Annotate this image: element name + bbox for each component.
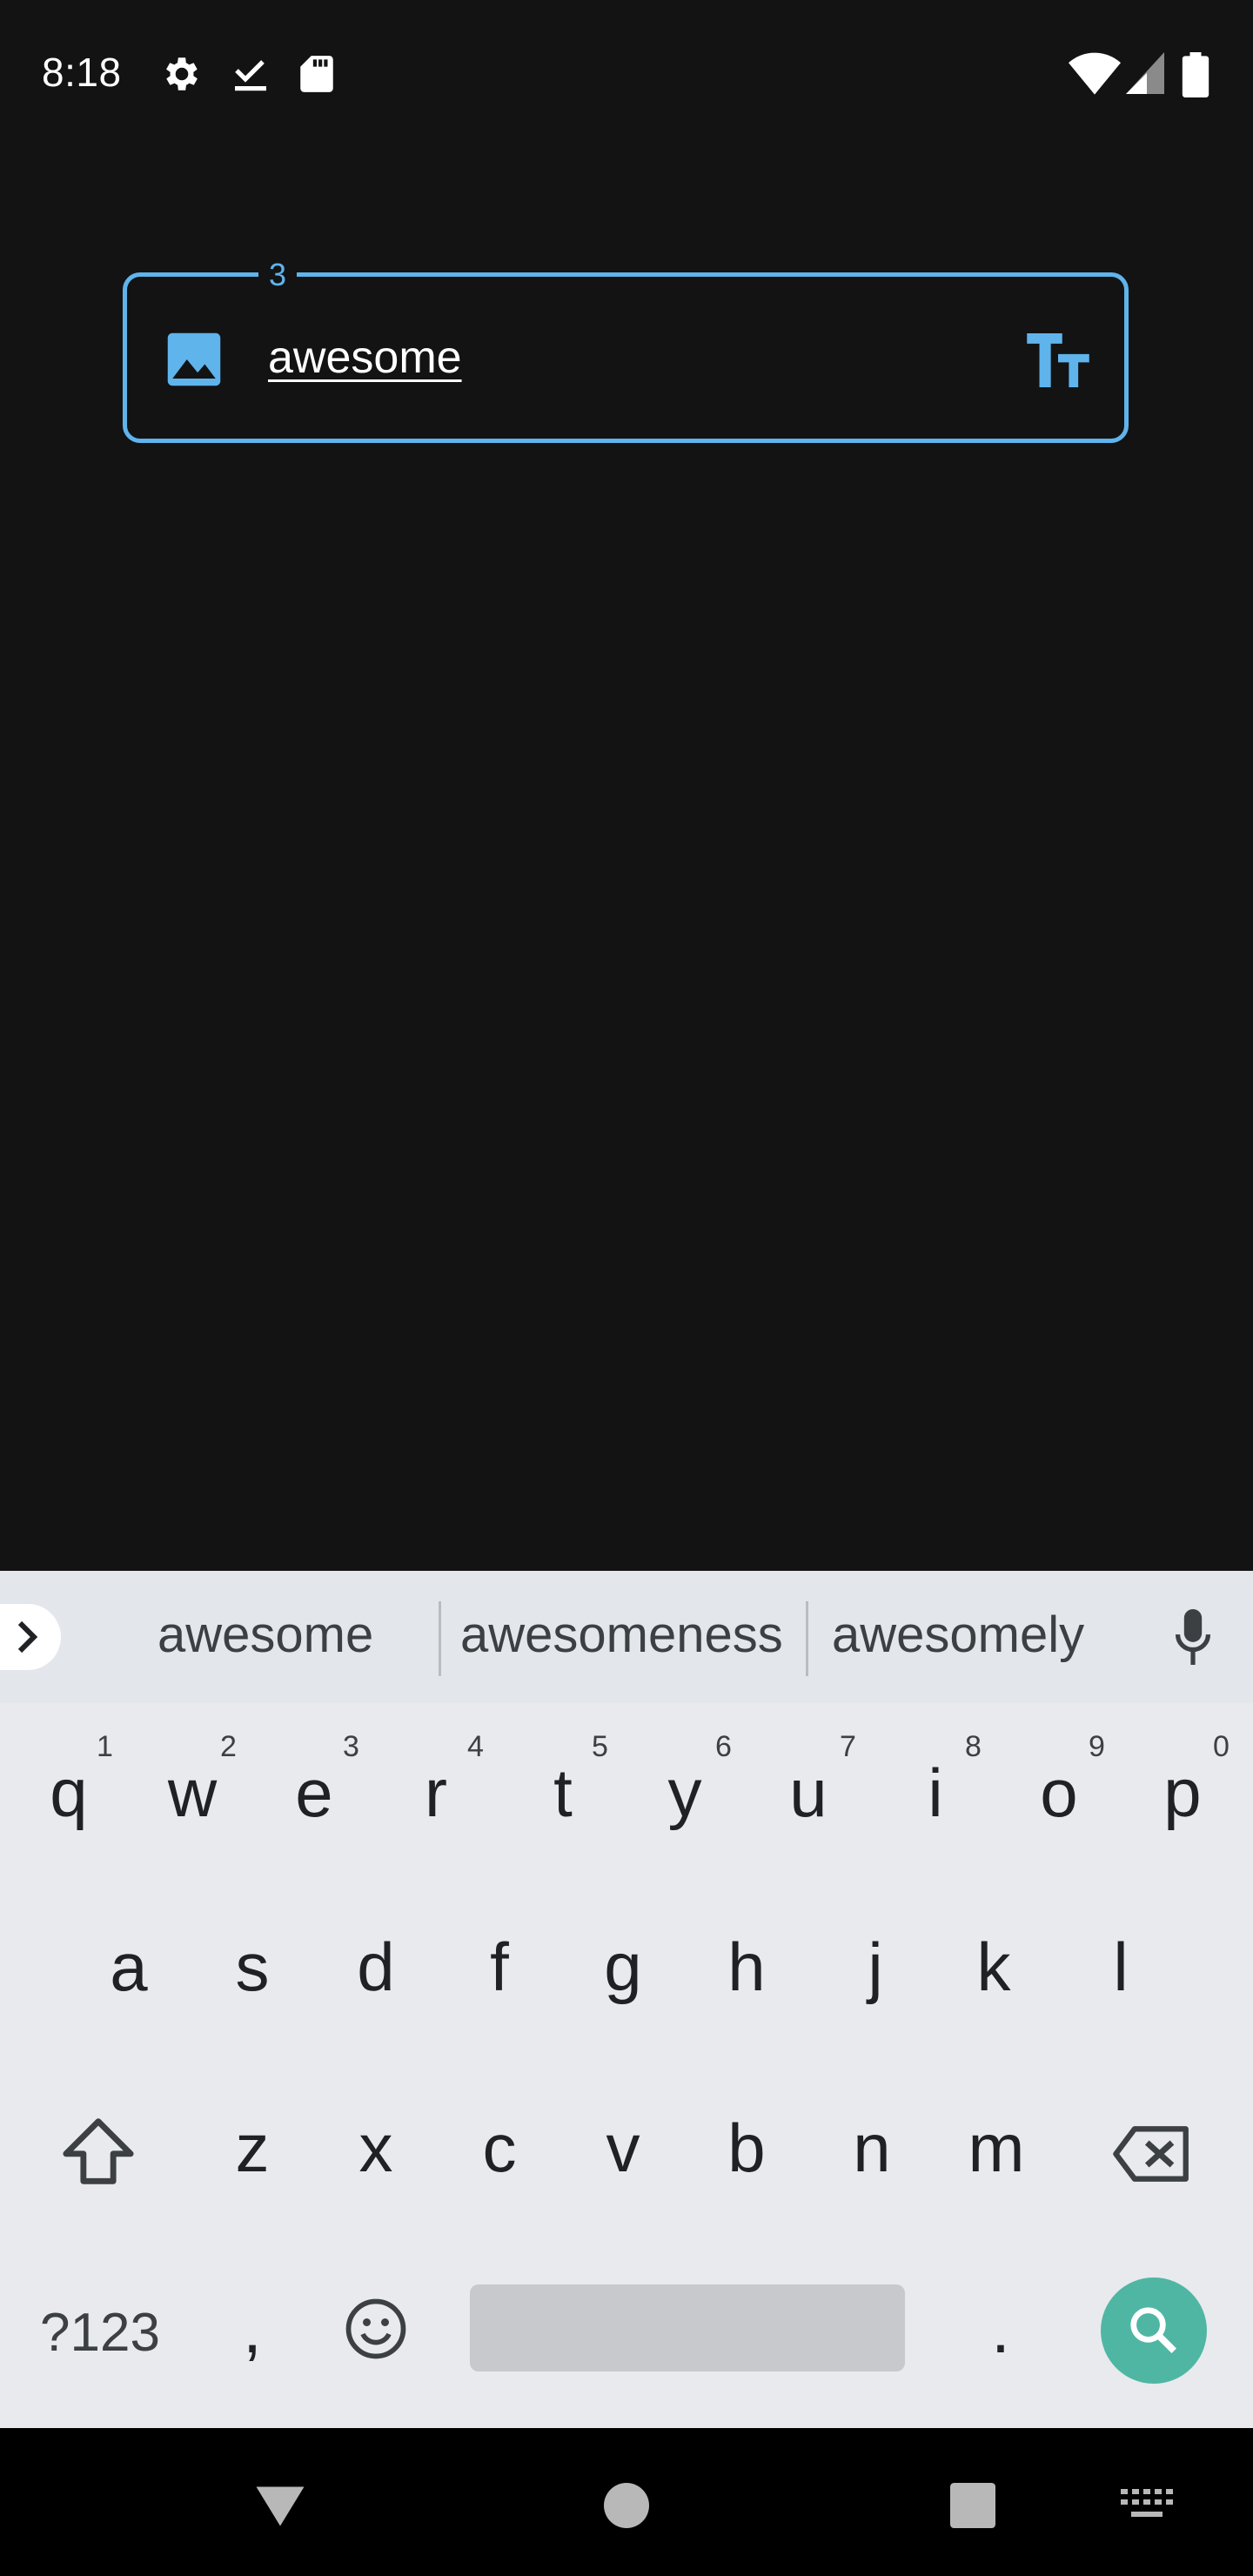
period-key[interactable]: . [983, 2290, 1018, 2369]
sd-card-icon [300, 56, 333, 92]
key-hint: 6 [715, 1730, 732, 1763]
keyboard-switch-icon[interactable] [1121, 2489, 1173, 2522]
key-j[interactable]: j [841, 1928, 910, 2007]
suggestion-divider [439, 1601, 441, 1676]
key-z[interactable]: z [218, 2109, 287, 2188]
status-bar: 8:18 [0, 0, 1253, 153]
key-m[interactable]: m [959, 2109, 1034, 2188]
key-d[interactable]: d [341, 1928, 411, 2007]
key-hint: 4 [467, 1730, 484, 1763]
key-f[interactable]: f [465, 1928, 534, 2007]
key-hint: 0 [1213, 1730, 1230, 1763]
signal-icon [1126, 52, 1164, 94]
backspace-icon[interactable] [1112, 2125, 1192, 2183]
key-h[interactable]: h [712, 1928, 781, 2007]
key-hint: 5 [592, 1730, 608, 1763]
key-o[interactable]: o [1025, 1754, 1093, 1833]
key-hint: 2 [220, 1730, 237, 1763]
chevron-right-icon [17, 1620, 38, 1654]
search-icon [1130, 2307, 1176, 2353]
key-i[interactable]: i [901, 1754, 969, 1833]
key-k[interactable]: k [959, 1928, 1029, 2007]
shift-icon[interactable] [61, 2116, 136, 2186]
space-bar[interactable] [470, 2284, 905, 2371]
gear-icon [166, 57, 198, 91]
back-icon[interactable] [254, 2484, 306, 2529]
soft-keyboard: awesome awesomeness awesomely q w e r t … [0, 1571, 1253, 2428]
key-y[interactable]: y [651, 1754, 719, 1833]
key-hint: 3 [343, 1730, 359, 1763]
checkmark-download-icon [235, 60, 266, 91]
emoji-icon[interactable] [345, 2298, 407, 2360]
key-n[interactable]: n [837, 2109, 907, 2188]
key-x[interactable]: x [341, 2109, 411, 2188]
key-t[interactable]: t [529, 1754, 597, 1833]
key-hint: 9 [1089, 1730, 1105, 1763]
key-a[interactable]: a [94, 1928, 164, 2007]
battery-icon [1182, 52, 1209, 97]
key-s[interactable]: s [218, 1928, 287, 2007]
key-b[interactable]: b [712, 2109, 781, 2188]
key-l[interactable]: l [1086, 1928, 1156, 2007]
result-count-label: 3 [258, 258, 298, 292]
key-e[interactable]: e [280, 1754, 348, 1833]
comma-key[interactable]: , [235, 2290, 270, 2369]
key-hint: 7 [840, 1730, 856, 1763]
key-p[interactable]: p [1149, 1754, 1216, 1833]
status-time: 8:18 [42, 50, 122, 95]
image-icon [167, 332, 221, 386]
navigation-bar [0, 2428, 1253, 2576]
recents-icon[interactable] [950, 2483, 995, 2528]
wifi-icon [1069, 52, 1121, 95]
symbols-key[interactable]: ?123 [35, 2302, 165, 2364]
key-q[interactable]: q [35, 1754, 103, 1833]
key-v[interactable]: v [588, 2109, 658, 2188]
search-input[interactable]: awesome [268, 332, 462, 384]
microphone-icon[interactable] [1175, 1609, 1211, 1665]
suggestion-2[interactable]: awesomeness [460, 1606, 783, 1664]
key-hint: 1 [97, 1730, 113, 1763]
suggestion-divider [806, 1601, 808, 1676]
key-hint: 8 [965, 1730, 982, 1763]
key-g[interactable]: g [588, 1928, 658, 2007]
suggestion-1[interactable]: awesome [157, 1606, 373, 1664]
expand-toolbar-button[interactable] [0, 1604, 61, 1670]
home-icon[interactable] [604, 2483, 649, 2528]
suggestion-3[interactable]: awesomely [832, 1606, 1084, 1664]
key-u[interactable]: u [774, 1754, 842, 1833]
text-size-icon[interactable] [1027, 333, 1089, 387]
key-c[interactable]: c [465, 2109, 534, 2188]
key-r[interactable]: r [402, 1754, 470, 1833]
search-action-key[interactable] [1101, 2277, 1207, 2384]
suggestion-strip: awesome awesomeness awesomely [0, 1571, 1253, 1703]
key-w[interactable]: w [158, 1754, 226, 1833]
